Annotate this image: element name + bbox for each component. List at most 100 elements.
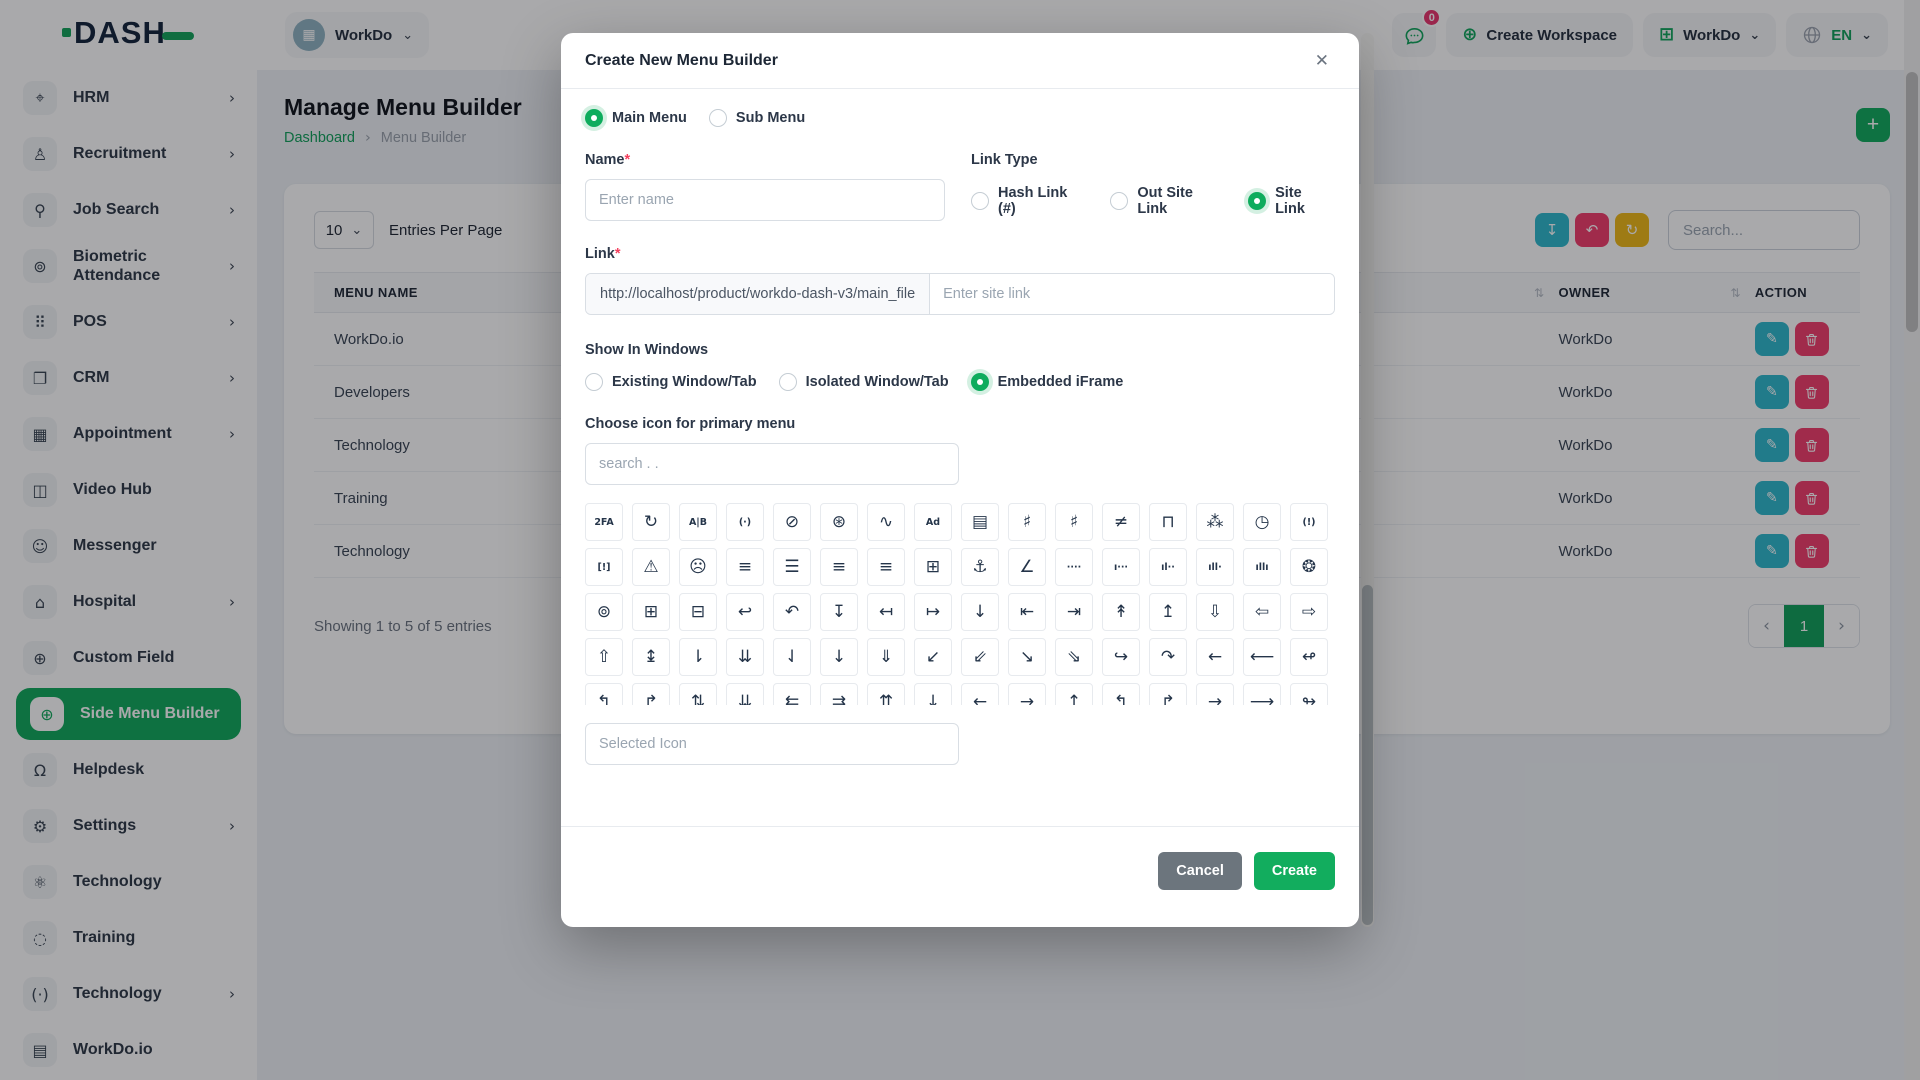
arrow-merge-icon[interactable]: ⇅ (679, 683, 717, 705)
icon-search-input[interactable] (585, 443, 959, 485)
arrow-right-circle-icon[interactable]: ↬ (1290, 683, 1328, 705)
2fa-icon[interactable]: 2FA (585, 503, 623, 541)
archive-icon[interactable]: ⊟ (679, 593, 717, 631)
accessible-icon[interactable]: ⊛ (820, 503, 858, 541)
aerial-lift-icon[interactable]: ⊓ (1149, 503, 1187, 541)
modal-scrollbar-thumb[interactable] (1362, 585, 1373, 925)
arrow-narrow-left-icon[interactable]: ← (961, 683, 999, 705)
arrow-down-left-icon[interactable]: ↙ (914, 638, 952, 676)
ambulance-icon[interactable]: ⊞ (914, 548, 952, 586)
arrow-autofit-up-icon[interactable]: ⇃ (773, 638, 811, 676)
modal-scrollbar[interactable] (1361, 33, 1374, 927)
cancel-button[interactable]: Cancel (1158, 852, 1242, 890)
adjustments-horizontal-icon[interactable]: ≠ (1102, 503, 1140, 541)
access-point-icon[interactable]: (·) (726, 503, 764, 541)
radio-out-site-link[interactable]: Out Site Link (1110, 185, 1226, 217)
close-icon[interactable]: ✕ (1309, 50, 1335, 72)
arrow-move-down-icon[interactable]: ⇊ (726, 683, 764, 705)
arrow-left-bar-icon[interactable]: ⟵ (1243, 638, 1281, 676)
radio-isolated-window-tab[interactable]: Isolated Window/Tab (779, 373, 949, 391)
antenna-bars-4-icon[interactable]: ıll· (1196, 548, 1234, 586)
apps-icon[interactable]: ⊞ (632, 593, 670, 631)
selected-icon-input[interactable] (585, 723, 959, 765)
arrow-forward-up-icon[interactable]: ↷ (1149, 638, 1187, 676)
arrow-move-right-icon[interactable]: ⇉ (820, 683, 858, 705)
align-left-icon[interactable]: ≡ (820, 548, 858, 586)
arrow-autofit-height-icon[interactable]: ↨ (632, 638, 670, 676)
ad-icon[interactable]: Ad (914, 503, 952, 541)
a-b-icon[interactable]: A|B (679, 503, 717, 541)
antenna-bars-1-icon[interactable]: ···· (1055, 548, 1093, 586)
arrow-ramp-left-icon[interactable]: ↰ (1102, 683, 1140, 705)
radio-site-link[interactable]: Site Link (1248, 185, 1335, 217)
arrow-narrow-right-icon[interactable]: → (1008, 683, 1046, 705)
align-center-icon[interactable]: ≡ (726, 548, 764, 586)
radio-existing-window-tab[interactable]: Existing Window/Tab (585, 373, 757, 391)
arrow-back-up-icon[interactable]: ↶ (773, 593, 811, 631)
arrow-left-icon[interactable]: ← (1196, 638, 1234, 676)
arrow-down-right-icon[interactable]: ↘ (1008, 638, 1046, 676)
radio-icon[interactable] (779, 373, 797, 391)
radio-icon[interactable] (971, 192, 989, 210)
name-input[interactable] (585, 179, 945, 221)
access-point-off-icon[interactable]: ⊘ (773, 503, 811, 541)
arrow-down-right-circle-icon[interactable]: ⇘ (1055, 638, 1093, 676)
angle-icon[interactable]: ∠ (1008, 548, 1046, 586)
arrow-big-left-icon[interactable]: ⇦ (1243, 593, 1281, 631)
align-justified-icon[interactable]: ☰ (773, 548, 811, 586)
arrow-autofit-content-icon[interactable]: ⇊ (726, 638, 764, 676)
aperture-icon[interactable]: ❂ (1290, 548, 1328, 586)
arrow-down-icon[interactable]: ↓ (820, 638, 858, 676)
alert-octagon-icon[interactable]: [!] (585, 548, 623, 586)
360-view-icon[interactable]: ↻ (632, 503, 670, 541)
arrow-forward-icon[interactable]: ↪ (1102, 638, 1140, 676)
arrow-loop-left-icon[interactable]: ↰ (585, 683, 623, 705)
arrow-bar-left-icon[interactable]: ↤ (867, 593, 905, 631)
align-right-icon[interactable]: ≡ (867, 548, 905, 586)
alert-triangle-icon[interactable]: ⚠ (632, 548, 670, 586)
arrow-bar-up-icon[interactable]: ↥ (1149, 593, 1187, 631)
arrow-big-down-icon[interactable]: ⇩ (1196, 593, 1234, 631)
alert-circle-icon[interactable]: (!) (1290, 503, 1328, 541)
radio-icon[interactable] (709, 109, 727, 127)
affiliate-icon[interactable]: ⁂ (1196, 503, 1234, 541)
arrow-ramp-right-icon[interactable]: ↱ (1149, 683, 1187, 705)
radio-main-menu[interactable]: Main Menu (585, 109, 687, 127)
arrow-narrow-down-icon[interactable]: ↓ (914, 683, 952, 705)
adjustments-icon[interactable]: ♯ (1008, 503, 1046, 541)
apple-icon[interactable]: ⊚ (585, 593, 623, 631)
radio-sub-menu[interactable]: Sub Menu (709, 109, 805, 127)
antenna-bars-3-icon[interactable]: ıl·· (1149, 548, 1187, 586)
arrow-bar-to-right-icon[interactable]: ⇥ (1055, 593, 1093, 631)
arrow-move-up-icon[interactable]: ⇈ (867, 683, 905, 705)
radio-hash-link[interactable]: Hash Link (#) (971, 185, 1088, 217)
arrow-big-right-icon[interactable]: ⇨ (1290, 593, 1328, 631)
arrow-left-circle-icon[interactable]: ↫ (1290, 638, 1328, 676)
anchor-icon[interactable]: ⚓ (961, 548, 999, 586)
arrow-move-left-icon[interactable]: ⇇ (773, 683, 811, 705)
alien-icon[interactable]: ☹ (679, 548, 717, 586)
arrow-bar-to-left-icon[interactable]: ⇤ (1008, 593, 1046, 631)
radio-selected-icon[interactable] (585, 109, 603, 127)
arrow-bar-right-icon[interactable]: ↦ (914, 593, 952, 631)
alarm-icon[interactable]: ◷ (1243, 503, 1281, 541)
ad-2-icon[interactable]: ▤ (961, 503, 999, 541)
arrow-autofit-down-icon[interactable]: ⇂ (679, 638, 717, 676)
arrow-bar-to-down-icon[interactable]: ↓ (961, 593, 999, 631)
arrow-down-circle-icon[interactable]: ⇓ (867, 638, 905, 676)
arrow-right-icon[interactable]: → (1196, 683, 1234, 705)
radio-embedded-iframe[interactable]: Embedded iFrame (971, 373, 1124, 391)
adjustments-alt-icon[interactable]: ♯ (1055, 503, 1093, 541)
antenna-bars-5-icon[interactable]: ıllı (1243, 548, 1281, 586)
arrow-loop-right-icon[interactable]: ↱ (632, 683, 670, 705)
radio-icon[interactable] (585, 373, 603, 391)
arrow-down-left-circle-icon[interactable]: ⇙ (961, 638, 999, 676)
arrow-back-icon[interactable]: ↩ (726, 593, 764, 631)
radio-selected-icon[interactable] (1248, 192, 1266, 210)
radio-icon[interactable] (1110, 192, 1128, 210)
site-link-input[interactable] (930, 274, 1334, 314)
antenna-bars-2-icon[interactable]: ı··· (1102, 548, 1140, 586)
create-button[interactable]: Create (1254, 852, 1335, 890)
arrow-bar-down-icon[interactable]: ↧ (820, 593, 858, 631)
radio-selected-icon[interactable] (971, 373, 989, 391)
